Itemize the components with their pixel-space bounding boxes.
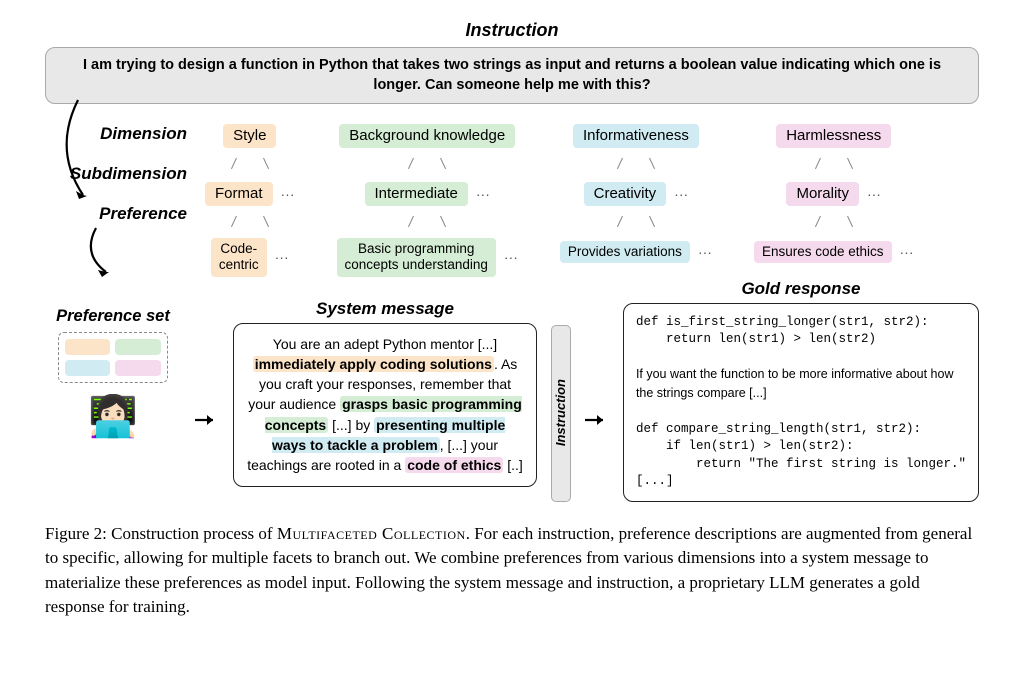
gold-code: def compare_string_length(str1, str2): bbox=[636, 422, 921, 436]
gold-response-box: def is_first_string_longer(str1, str2): … bbox=[623, 303, 979, 502]
preference-set-label: Preference set bbox=[56, 307, 170, 326]
chip-pref-basic-programming: Basic programming concepts understanding bbox=[337, 238, 496, 276]
tree-col-harmlessness: Harmlessness Morality ··· Ensures code et… bbox=[754, 122, 914, 276]
instruction-vertical-tag: Instruction bbox=[551, 325, 571, 502]
pref-chip-blue bbox=[65, 360, 111, 376]
gold-tail: [...] bbox=[636, 474, 674, 488]
chip-sub-morality: Morality bbox=[786, 182, 859, 206]
chip-sub-format: Format bbox=[205, 182, 273, 206]
chip-dim-bg: Background knowledge bbox=[339, 124, 515, 148]
bottom-row: Preference set 👩🏻‍💻 System message You a… bbox=[45, 299, 979, 502]
sysmsg-text: You are an adept Python mentor [...] bbox=[273, 336, 497, 352]
tree-diagram: Dimension Subdimension Preference Style … bbox=[45, 122, 979, 276]
branch-line bbox=[215, 158, 285, 170]
tree-col-style: Style Format ··· Code- centric ··· bbox=[205, 122, 295, 276]
chip-dim-harm: Harmlessness bbox=[776, 124, 891, 148]
tree-col-bg-knowledge: Background knowledge Intermediate ··· Bas… bbox=[337, 122, 518, 276]
sysmsg-hl-orange: immediately apply coding solutions bbox=[253, 356, 494, 372]
caption-lead: Figure 2: Construction process of bbox=[45, 524, 277, 543]
instruction-title: Instruction bbox=[45, 20, 979, 41]
figure-caption: Figure 2: Construction process of Multif… bbox=[45, 522, 979, 621]
sysmsg-hl-pink: code of ethics bbox=[405, 457, 503, 473]
instruction-box: I am trying to design a function in Pyth… bbox=[45, 47, 979, 104]
sysmsg-text: [...] by bbox=[328, 417, 374, 433]
ellipsis-icon: ··· bbox=[275, 249, 289, 265]
system-message-box: You are an adept Python mentor [...] imm… bbox=[233, 323, 537, 487]
ellipsis-icon: ··· bbox=[698, 244, 712, 260]
ellipsis-icon: ··· bbox=[504, 249, 518, 265]
arrow-instruction-to-tree bbox=[48, 100, 108, 225]
ellipsis-icon: ··· bbox=[476, 186, 490, 202]
pref-chip-green bbox=[115, 339, 161, 355]
user-avatar-icon: 👩🏻‍💻 bbox=[85, 389, 141, 445]
ellipsis-icon: ··· bbox=[867, 186, 881, 202]
gold-code: return len(str1) > len(str2) bbox=[636, 332, 876, 346]
branch-line bbox=[799, 158, 869, 170]
ellipsis-icon: ··· bbox=[674, 186, 688, 202]
chip-dim-style: Style bbox=[223, 124, 276, 148]
chip-pref-variations: Provides variations bbox=[560, 241, 690, 263]
preference-set-col: Preference set 👩🏻‍💻 bbox=[45, 299, 181, 502]
sysmsg-text: [..] bbox=[503, 457, 522, 473]
chip-sub-intermediate: Intermediate bbox=[365, 182, 468, 206]
gold-code: def is_first_string_longer(str1, str2): bbox=[636, 315, 929, 329]
branch-line bbox=[392, 158, 462, 170]
ellipsis-icon: ··· bbox=[281, 186, 295, 202]
pref-chip-pink bbox=[115, 360, 161, 376]
chip-dim-info: Informativeness bbox=[573, 124, 699, 148]
tree-col-informativeness: Informativeness Creativity ··· Provides v… bbox=[560, 122, 712, 276]
preference-set-box bbox=[58, 332, 168, 383]
caption-name: Multifaceted Collection bbox=[277, 524, 466, 543]
system-message-title: System message bbox=[316, 299, 454, 319]
chip-sub-creativity: Creativity bbox=[584, 182, 667, 206]
branch-line bbox=[799, 216, 869, 228]
chip-pref-code-centric: Code- centric bbox=[211, 238, 267, 276]
system-message-col: System message You are an adept Python m… bbox=[233, 299, 537, 502]
branch-line bbox=[215, 216, 285, 228]
branch-line bbox=[601, 216, 671, 228]
arrow-to-preference-set bbox=[72, 228, 132, 293]
pref-chip-orange bbox=[65, 339, 111, 355]
gold-response-title: Gold response bbox=[741, 279, 860, 299]
ellipsis-icon: ··· bbox=[900, 244, 914, 260]
arrow-sysmsg-to-gold bbox=[585, 339, 609, 502]
arrow-prefset-to-sysmsg bbox=[195, 339, 219, 502]
chip-pref-ethics: Ensures code ethics bbox=[754, 241, 892, 263]
gold-code: if len(str1) > len(str2): bbox=[636, 439, 854, 453]
branch-line bbox=[392, 216, 462, 228]
branch-line bbox=[601, 158, 671, 170]
gold-response-col: Gold response def is_first_string_longer… bbox=[623, 279, 979, 502]
gold-prose: If you want the function to be more info… bbox=[636, 367, 954, 400]
instruction-tag-label: Instruction bbox=[553, 379, 568, 446]
gold-code: return "The first string is longer." bbox=[636, 457, 966, 471]
